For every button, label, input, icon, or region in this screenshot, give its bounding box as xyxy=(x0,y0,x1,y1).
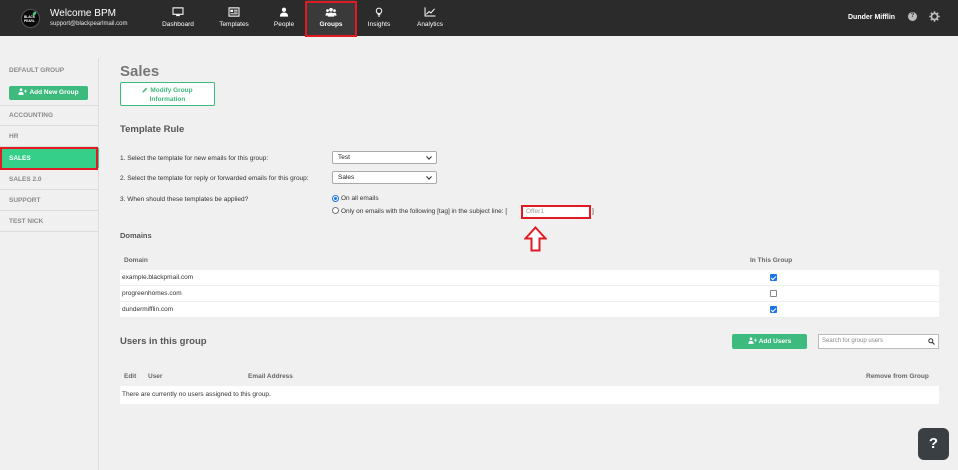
chart-icon xyxy=(424,7,436,17)
sidebar-item-support[interactable]: SUPPORT xyxy=(0,190,99,211)
group-sidebar: DEFAULT GROUP Add New Group ACCOUNTING H… xyxy=(0,58,99,470)
table-row: example.blackpmail.com xyxy=(120,270,939,286)
sidebar-item-test-nick[interactable]: TEST NICK xyxy=(0,211,99,232)
up-arrow-icon xyxy=(524,226,547,252)
email-column-header: Email Address xyxy=(248,373,293,380)
table-row: progreenhomes.com xyxy=(120,286,939,302)
modify-group-button[interactable]: Modify Group Information xyxy=(120,82,215,106)
logo-text-2: PEARL xyxy=(24,19,35,23)
group-users-search-input[interactable]: Search for group users xyxy=(818,334,939,349)
add-group-icon xyxy=(18,88,28,95)
highlight-box-sales xyxy=(0,147,98,170)
search-placeholder: Search for group users xyxy=(822,338,884,344)
modify-label-2: Information xyxy=(149,96,186,103)
nav-templates[interactable]: Templates xyxy=(208,0,260,36)
domain-name: dundermifflin.com xyxy=(122,306,174,313)
apply-all-radio[interactable] xyxy=(332,195,339,202)
nav-label: People xyxy=(273,21,295,28)
person-icon xyxy=(279,7,289,17)
apply-tag-radio[interactable] xyxy=(332,207,339,214)
template-rule-heading: Template Rule xyxy=(120,124,185,135)
nav-label: Dashboard xyxy=(162,21,194,28)
sidebar-item-accounting[interactable]: ACCOUNTING xyxy=(0,105,99,126)
blackpearl-logo[interactable]: BLACK PEARL xyxy=(21,9,40,28)
monitor-icon xyxy=(172,7,184,17)
apply-tag-label: Only on emails with the following [tag] … xyxy=(341,208,508,215)
domain-column-header: Domain xyxy=(124,257,148,264)
q1-label: 1. Select the template for new emails fo… xyxy=(120,155,269,162)
domain-name: progreenhomes.com xyxy=(122,290,182,297)
chevron-down-icon xyxy=(426,176,432,180)
search-icon xyxy=(928,338,935,345)
add-new-group-button[interactable]: Add New Group xyxy=(9,86,88,100)
add-users-label: Add Users xyxy=(758,338,792,345)
chevron-down-icon xyxy=(426,156,432,160)
sidebar-item-hr[interactable]: HR xyxy=(0,126,99,147)
empty-users-row: There are currently no users assigned to… xyxy=(120,386,939,404)
q2-label: 2. Select the template for reply or forw… xyxy=(120,175,309,182)
empty-users-text: There are currently no users assigned to… xyxy=(122,391,271,398)
help-chat-button[interactable]: ? xyxy=(918,428,949,460)
in-group-checkbox[interactable] xyxy=(770,274,777,281)
domains-heading: Domains xyxy=(120,231,152,240)
users-heading: Users in this group xyxy=(120,336,207,347)
subject-tag-input[interactable]: Offer1 xyxy=(521,205,591,219)
in-group-column-header: In This Group xyxy=(750,257,793,264)
account-email: support@blackpearlmail.com xyxy=(50,21,128,27)
lightbulb-icon xyxy=(375,7,383,17)
highlight-box-groups xyxy=(305,1,357,37)
sidebar-item-default-group[interactable]: DEFAULT GROUP xyxy=(0,60,99,81)
help-icon[interactable]: ? xyxy=(908,12,917,21)
table-row: dundermifflin.com xyxy=(120,302,939,318)
modify-label-1: Modify Group xyxy=(150,87,193,94)
reply-email-template-select[interactable]: Sales xyxy=(332,171,437,184)
pencil-icon xyxy=(142,87,148,93)
new-email-template-select[interactable]: Test xyxy=(332,151,437,164)
company-name[interactable]: Dunder Mifflin xyxy=(848,14,895,21)
nav-label: Insights xyxy=(367,21,391,28)
add-users-button[interactable]: Add Users xyxy=(732,334,807,349)
remove-column-header: Remove from Group xyxy=(866,373,929,380)
top-navbar: BLACK PEARL Welcome BPM support@blackpea… xyxy=(0,0,958,37)
nav-people[interactable]: People xyxy=(262,0,306,36)
in-group-checkbox[interactable] xyxy=(770,306,777,313)
tag-close-bracket: ] xyxy=(592,208,594,215)
nav-label: Analytics xyxy=(416,21,443,28)
q3-label: 3. When should these templates be applie… xyxy=(120,196,249,203)
user-column-header: User xyxy=(148,373,163,380)
nav-label: Templates xyxy=(219,21,249,28)
welcome-text: Welcome BPM xyxy=(50,8,116,19)
select-value: Sales xyxy=(338,174,355,181)
domain-name: example.blackpmail.com xyxy=(122,274,194,281)
apply-all-label: On all emails xyxy=(341,195,379,202)
gear-icon[interactable] xyxy=(929,11,940,22)
edit-column-header: Edit xyxy=(124,373,137,380)
sidebar-item-sales-2[interactable]: SALES 2.0 xyxy=(0,169,99,190)
in-group-checkbox[interactable] xyxy=(770,290,777,297)
add-user-icon xyxy=(748,337,757,344)
select-value: Test xyxy=(338,154,350,161)
page-title: Sales xyxy=(120,63,160,80)
nav-analytics[interactable]: Analytics xyxy=(406,0,454,36)
templates-icon xyxy=(228,7,240,17)
add-group-label: Add New Group xyxy=(29,89,79,96)
nav-dashboard[interactable]: Dashboard xyxy=(152,0,204,36)
nav-insights[interactable]: Insights xyxy=(357,0,401,36)
